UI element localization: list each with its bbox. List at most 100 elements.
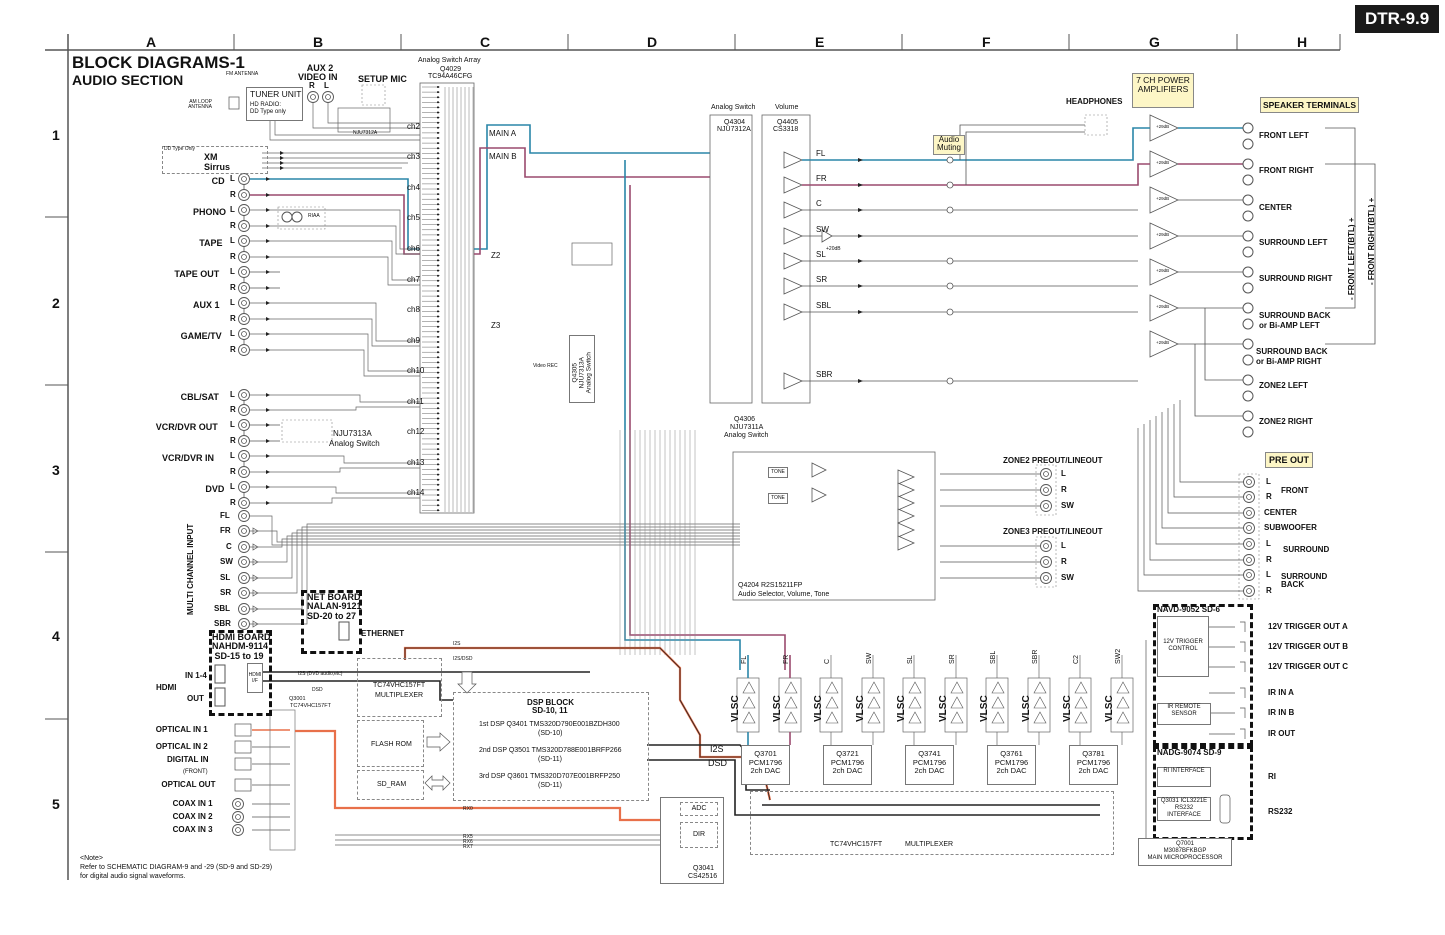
rx7-label: RX7 <box>463 844 473 850</box>
switch-dot <box>437 121 439 124</box>
input-r-label: R <box>230 405 236 414</box>
page-title: BLOCK DIAGRAMS-1 <box>72 53 245 72</box>
dsp-chip-line: 3rd DSP Q3601 TMS320D707E001BRFP250 <box>479 773 620 780</box>
digital-input-label: COAX IN 2 <box>172 812 213 821</box>
switch-dot <box>437 96 439 99</box>
input-r-label: R <box>230 283 236 292</box>
digital-input-label: DIGITAL IN <box>167 755 209 764</box>
input-jack-r-icon <box>238 466 250 478</box>
tone-amp-icon <box>811 462 827 478</box>
adc-label: ADC <box>680 802 718 816</box>
switch-dot <box>437 162 439 165</box>
arrow-icon <box>266 270 270 274</box>
switch-dot <box>437 443 439 445</box>
switch-dot <box>437 407 439 410</box>
switch-dot <box>437 504 439 507</box>
input-l-label: L <box>230 329 235 338</box>
arrow-icon <box>280 161 284 165</box>
input-jack-l-icon <box>238 173 250 185</box>
input-wire <box>250 240 420 281</box>
switch-dot <box>437 300 439 303</box>
plus-terminal-icon <box>1242 374 1254 386</box>
multichannel-label: SW <box>220 557 233 566</box>
row-label-5: 5 <box>52 796 60 812</box>
zone-channel-label: SW <box>1061 501 1074 510</box>
speaker-label: SURROUND RIGHT <box>1259 274 1333 283</box>
q4305-text: Q4305 NJU7313A Analog Switch <box>571 339 592 407</box>
switch-dot <box>437 295 439 298</box>
minus-terminal-icon <box>1242 246 1254 258</box>
multichannel-label: C <box>226 542 232 551</box>
dac-channel-label: SW2 <box>1115 648 1122 664</box>
input-l-label: L <box>230 420 235 429</box>
zone-amp-icon <box>897 522 915 538</box>
preout-jack-icon <box>1243 585 1255 597</box>
switch-dot <box>437 341 439 343</box>
mux-desc: MULTIPLEXER <box>375 692 424 699</box>
speaker-label: ZONE2 RIGHT <box>1259 417 1313 426</box>
aux2-l: L <box>324 81 329 90</box>
arrow-icon <box>266 423 270 427</box>
dac-chip: Q3781 PCM1796 2ch DAC <box>1069 745 1118 785</box>
input-l-label: L <box>230 205 235 214</box>
arrow-icon <box>266 224 270 228</box>
volume-channel-label: SBL <box>816 301 832 310</box>
digital-input-label: OPTICAL IN 2 <box>155 742 208 751</box>
volume-channel-label: SL <box>816 250 826 259</box>
zone-jack-icon <box>1040 556 1052 568</box>
opamp-icon <box>991 681 1005 694</box>
dac-desc: 2ch DAC <box>1078 766 1109 776</box>
tone-control-1: TONE <box>768 467 788 478</box>
multichannel-label: FL <box>220 511 230 520</box>
input-jack-l-icon <box>238 481 250 493</box>
switch-dot <box>437 432 439 435</box>
volume-channel-label: SBR <box>816 370 833 379</box>
arrow-icon <box>266 470 270 474</box>
preout-side-label: R <box>1266 492 1272 501</box>
switch-dot <box>437 152 439 155</box>
arrow-icon <box>858 284 863 288</box>
selector-box <box>571 242 613 266</box>
arrow-icon <box>858 234 863 238</box>
input-wire <box>250 455 420 464</box>
main-right-wire <box>474 147 710 255</box>
amp-gain-label: +29dB <box>1156 232 1170 237</box>
switch-dot <box>437 203 439 206</box>
preout-side-label: R <box>1266 586 1272 595</box>
zone-channel-label: SW <box>1061 573 1074 582</box>
cd-left-wire <box>250 178 420 250</box>
switch-dot <box>437 249 439 252</box>
preout-wire <box>1137 428 1243 592</box>
q3001-model: TC74VHC157FT <box>290 703 331 709</box>
dac-channel-label: SBR <box>1032 649 1039 664</box>
digital-in-front: (FRONT) <box>183 769 208 775</box>
zone-channel-label: R <box>1061 557 1067 566</box>
opamp-icon <box>950 681 964 694</box>
switch-dot <box>437 213 439 216</box>
channel-label: ch14 <box>407 488 425 497</box>
dac-channel-label: SW <box>866 652 873 664</box>
switch-dot <box>437 325 439 328</box>
dac-mux-model: TC74VHC157FT <box>830 841 883 848</box>
arrow-icon <box>280 166 284 170</box>
switch-dot <box>437 381 439 384</box>
net-board-sd: SD-20 to 27 <box>307 610 357 621</box>
note-line1: Refer to SCHEMATIC DIAGRAM-9 and -29 (SD… <box>80 864 273 871</box>
speaker-label: CENTER <box>1259 203 1292 212</box>
trigger-control: 12V TRIGGER CONTROL <box>1157 616 1209 677</box>
dir-label: DIR <box>680 822 718 848</box>
switch-dot <box>437 346 439 349</box>
preout-jack-icon <box>1243 554 1255 566</box>
input-wire <box>250 302 420 342</box>
arrow-icon <box>858 310 863 314</box>
minus-terminal-icon <box>1242 354 1254 366</box>
q4305-box: Q4305 NJU7313A Analog Switch <box>569 335 595 403</box>
opamp-icon <box>908 696 922 709</box>
minus-terminal-icon <box>1242 318 1254 330</box>
row-label-1: 1 <box>52 127 60 143</box>
zone-channel-label: R <box>1061 485 1067 494</box>
zone-jack-icon <box>1040 500 1052 512</box>
switch-dot <box>437 366 439 369</box>
hdmi-if: HDMI I/F <box>247 663 263 693</box>
q4305-part: Q4305 <box>571 362 579 383</box>
